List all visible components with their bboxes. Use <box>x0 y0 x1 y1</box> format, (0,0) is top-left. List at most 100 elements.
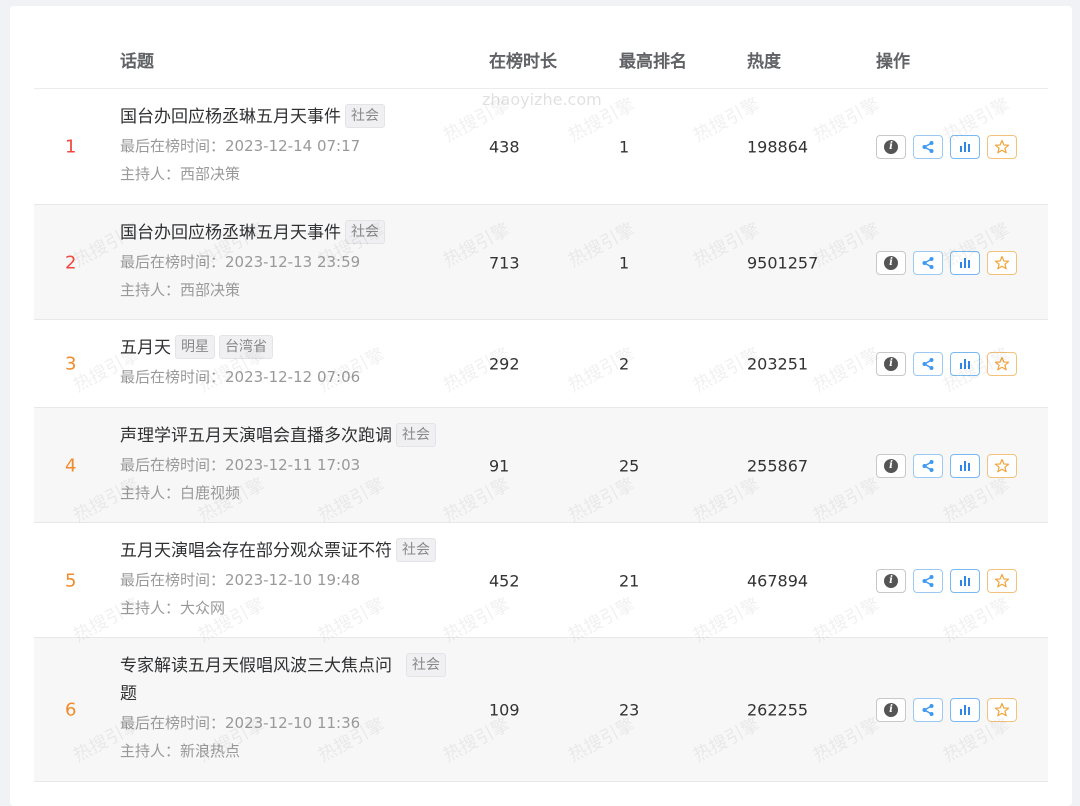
info-button[interactable]: i <box>876 568 906 593</box>
favorite-button[interactable] <box>987 352 1017 376</box>
info-icon: i <box>884 357 898 371</box>
topic-title-text[interactable]: 国台办回应杨丞琳五月天事件 <box>120 107 341 127</box>
topic-title-text[interactable]: 国台办回应杨丞琳五月天事件 <box>120 223 341 243</box>
table-row[interactable]: 6 专家解读五月天假唱风波三大焦点问 社会题最后在榜时间：2023-12-10 11… <box>34 638 1048 782</box>
topic-title-text[interactable]: 五月天演唱会存在部分观众票证不符 <box>120 541 392 561</box>
duration-value: 109 <box>489 700 520 720</box>
last-on-list-time: 最后在榜时间：2023-12-10 19:48 <box>120 571 361 589</box>
header-duration: 在榜时长 <box>489 52 557 72</box>
host-name: 主持人：新浪热点 <box>120 742 241 760</box>
category-tag[interactable]: 社会 <box>406 653 446 677</box>
star-icon <box>994 573 1010 589</box>
row-actions: i <box>876 698 1017 722</box>
share-button[interactable] <box>913 352 943 376</box>
row-actions: i <box>876 453 1017 478</box>
star-icon <box>994 702 1010 718</box>
category-tag[interactable]: 台湾省 <box>219 335 273 359</box>
last-on-list-time: 最后在榜时间：2023-12-11 17:03 <box>120 456 361 474</box>
topic-title[interactable]: 声理学评五月天演唱会直播多次跑调 社会 <box>120 422 436 450</box>
share-button[interactable] <box>913 135 943 159</box>
highest-rank-value: 1 <box>619 253 630 272</box>
rank-number: 6 <box>65 699 77 721</box>
trend-chart-button[interactable] <box>950 250 980 275</box>
category-tag[interactable]: 明星 <box>175 335 215 359</box>
host-name: 主持人：西部决策 <box>120 281 241 299</box>
topic-title[interactable]: 国台办回应杨丞琳五月天事件 社会 <box>120 219 385 247</box>
topic-block: 国台办回应杨丞琳五月天事件 社会 最后在榜时间：2023-12-14 07:17 主持… <box>120 103 385 188</box>
info-button[interactable]: i <box>876 698 906 722</box>
info-icon: i <box>884 703 898 717</box>
rank-number: 4 <box>65 455 77 476</box>
topic-block: 五月天 明星 台湾省 最后在榜时间：2023-12-12 07:06 <box>120 334 360 391</box>
rank-number: 1 <box>65 136 77 158</box>
category-tag[interactable]: 社会 <box>345 220 385 244</box>
row-actions: i <box>876 352 1017 376</box>
table-row[interactable]: 1 国台办回应杨丞琳五月天事件 社会 最后在榜时间：2023-12-14 07:17 主… <box>34 89 1048 205</box>
host-name: 主持人：西部决策 <box>120 165 241 183</box>
table-row[interactable]: 2 国台办回应杨丞琳五月天事件 社会 最后在榜时间：2023-12-13 23:59 主… <box>34 205 1048 320</box>
topic-title-text[interactable]: 专家解读五月天假唱风波三大焦点问 <box>120 656 392 676</box>
topic-block: 声理学评五月天演唱会直播多次跑调 社会最后在榜时间：2023-12-11 17:0… <box>120 422 436 507</box>
favorite-button[interactable] <box>987 135 1017 159</box>
share-button[interactable] <box>913 568 943 593</box>
row-actions: i <box>876 568 1017 593</box>
trend-chart-button[interactable] <box>950 453 980 478</box>
topic-title[interactable]: 五月天演唱会存在部分观众票证不符 社会 <box>120 537 436 565</box>
host-name: 主持人：白鹿视频 <box>120 484 241 502</box>
topic-block: 国台办回应杨丞琳五月天事件 社会 最后在榜时间：2023-12-13 23:59 主持… <box>120 219 385 304</box>
bar-chart-icon <box>958 256 972 270</box>
info-button[interactable]: i <box>876 135 906 159</box>
header-heat: 热度 <box>747 52 781 72</box>
rank-number: 2 <box>65 252 77 273</box>
info-button[interactable]: i <box>876 453 906 478</box>
trend-chart-button[interactable] <box>950 568 980 593</box>
share-button[interactable] <box>913 698 943 722</box>
heat-value: 198864 <box>747 137 809 157</box>
favorite-button[interactable] <box>987 568 1017 593</box>
topic-title-continuation[interactable]: 题 <box>120 680 446 708</box>
duration-value: 713 <box>489 253 520 272</box>
info-button[interactable]: i <box>876 352 906 376</box>
table-row[interactable]: 5 五月天演唱会存在部分观众票证不符 社会最后在榜时间：2023-12-10 19:… <box>34 523 1048 638</box>
last-on-list-time: 最后在榜时间：2023-12-10 11:36 <box>120 714 361 732</box>
trend-chart-button[interactable] <box>950 135 980 159</box>
highest-rank-value: 1 <box>619 137 630 157</box>
favorite-button[interactable] <box>987 698 1017 722</box>
share-icon <box>921 357 935 371</box>
table-row[interactable]: 4 声理学评五月天演唱会直播多次跑调 社会最后在榜时间：2023-12-11 17:… <box>34 408 1048 523</box>
table-row[interactable]: 3 五月天 明星 台湾省 最后在榜时间：2023-12-12 07:06 292 2 2032… <box>34 320 1048 408</box>
favorite-button[interactable] <box>987 250 1017 275</box>
table-header: 话题 在榜时长 最高排名 热度 操作 <box>34 38 1048 89</box>
header-highest-rank: 最高排名 <box>619 52 687 72</box>
host-name: 主持人：大众网 <box>120 599 226 617</box>
duration-value: 91 <box>489 456 510 475</box>
info-icon: i <box>884 458 898 473</box>
info-button[interactable]: i <box>876 250 906 275</box>
star-icon <box>994 255 1010 271</box>
share-button[interactable] <box>913 453 943 478</box>
share-icon <box>921 140 935 154</box>
heat-value: 262255 <box>747 700 809 720</box>
category-tag[interactable]: 社会 <box>396 538 436 562</box>
topic-title-text[interactable]: 五月天 <box>120 338 171 358</box>
trend-chart-button[interactable] <box>950 698 980 722</box>
category-tag[interactable]: 社会 <box>345 104 385 128</box>
highest-rank-value: 21 <box>619 571 640 590</box>
bar-chart-icon <box>958 357 972 371</box>
topic-title[interactable]: 五月天 明星 台湾省 <box>120 334 360 362</box>
star-icon <box>994 458 1010 474</box>
row-actions: i <box>876 135 1017 159</box>
topic-title-text[interactable]: 声理学评五月天演唱会直播多次跑调 <box>120 426 392 446</box>
trend-chart-button[interactable] <box>950 352 980 376</box>
category-tag[interactable]: 社会 <box>396 423 436 447</box>
share-button[interactable] <box>913 250 943 275</box>
highest-rank-value: 23 <box>619 700 640 720</box>
info-icon: i <box>884 140 898 154</box>
rank-number: 5 <box>65 570 77 591</box>
duration-value: 438 <box>489 137 520 157</box>
share-icon <box>921 703 935 717</box>
header-topic: 话题 <box>120 52 154 72</box>
favorite-button[interactable] <box>987 453 1017 478</box>
topic-title[interactable]: 国台办回应杨丞琳五月天事件 社会 <box>120 103 385 131</box>
topic-title[interactable]: 专家解读五月天假唱风波三大焦点问 社会 <box>120 652 446 680</box>
